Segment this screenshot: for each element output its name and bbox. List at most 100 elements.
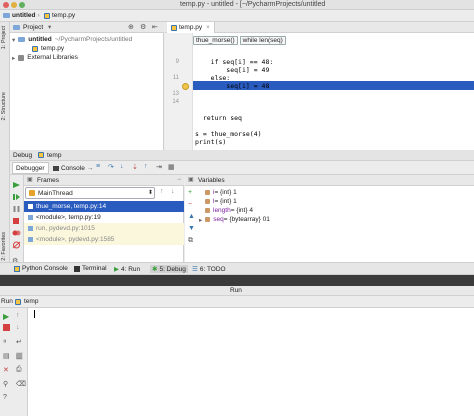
thread-selector[interactable]: MainThread ⬍ [25,187,155,199]
run-tab-prefix: Run [1,298,13,305]
clear-all-icon[interactable]: ⌫ [16,380,26,388]
restore-layout-icon[interactable]: → [176,176,182,182]
print-icon[interactable]: ⎙ [16,366,22,374]
close-tab-icon[interactable]: × [206,25,210,31]
more-icon[interactable]: → [87,165,94,172]
tool-tab-terminal[interactable]: Terminal [74,265,107,272]
run-config-label[interactable]: temp [24,298,38,305]
tool-tab-label: 6: TODO [199,265,226,273]
scroll-to-end-icon[interactable]: ▥ [16,352,23,360]
editor-tab-temp-py[interactable]: temp.py × [167,22,215,33]
nav-crumb-file[interactable]: temp.py [44,12,75,19]
zoom-window-button[interactable] [19,2,25,8]
dump-threads-icon[interactable]: ▤ [3,352,10,360]
variable-type-icon [205,217,211,222]
minimize-window-button[interactable] [11,2,17,8]
move-down-icon[interactable]: ▼ [188,225,195,232]
sync-icon[interactable]: ⊕ [128,23,134,31]
stop-icon[interactable] [3,324,10,331]
tab-debugger-label: Debugger [16,164,45,172]
resume-program-icon[interactable] [12,193,21,201]
breadcrumb-while[interactable]: while len(seq) [239,36,286,45]
rerun-icon[interactable]: ▶ [3,312,9,321]
tool-tab-debug[interactable]: ✱ 5: Debug [150,265,188,273]
variable-value: = {int} 1 [214,198,237,205]
project-view-selector[interactable]: Project [23,24,43,31]
scroll-down-icon[interactable]: ↓ [16,324,20,331]
chevron-down-icon[interactable]: ▾ [48,23,51,31]
frame-row[interactable]: thue_morse, temp.py:14 [24,201,184,212]
tree-item-temp-py[interactable]: temp.py [32,44,64,53]
tab-debugger[interactable]: Debugger [12,162,49,174]
mute-breakpoints-icon[interactable] [12,241,21,249]
bottom-tool-tabs: Python Console Terminal ▶ 4: Run ✱ 5: De… [0,262,474,275]
rerun-icon[interactable] [12,181,21,189]
frame-down-icon[interactable]: ↓ [171,188,175,195]
view-breakpoints-icon[interactable] [12,229,21,237]
force-step-into-icon[interactable]: ⇣ [132,163,138,171]
expand-arrow-icon[interactable]: ▸ [12,54,15,62]
code-editor[interactable]: temp.py × 9 11 13 14 if seq[i] == 48: seq[i… [165,22,474,150]
soft-wrap-icon[interactable]: ↵ [16,338,22,346]
frame-row[interactable]: run, pydevd.py:1015 [24,223,184,234]
tool-tab-python-console[interactable]: Python Console [14,265,68,272]
frame-row-label: thue_morse, temp.py:14 [36,203,107,210]
todo-icon: ☰ [192,266,198,273]
tool-tab-label: Terminal [82,265,107,272]
step-over-icon[interactable]: ↷ [108,163,114,171]
frames-panel-header: ▣ Frames → [24,175,184,186]
remove-watch-icon[interactable]: − [188,201,192,208]
copy-watch-icon[interactable]: ⧉ [188,237,193,245]
variables-toggle-icon[interactable]: ▣ [188,176,194,183]
expand-arrow-icon[interactable]: ▾ [12,36,15,44]
pause-icon[interactable] [12,205,21,213]
project-tool-tab[interactable]: 1: Project [1,26,7,49]
frame-row[interactable]: <module>, temp.py:19 [24,212,184,223]
variable-row[interactable]: ▸ seq = {bytearray} 01 [199,215,270,224]
frame-up-icon[interactable]: ↑ [160,188,164,195]
favorites-tool-tab[interactable]: 2: Favorites [1,232,7,261]
hide-panel-icon[interactable]: ⇤ [152,23,158,31]
frame-row[interactable]: <module>, pydevd.py:1585 [24,234,184,245]
thread-icon [29,190,35,196]
pin-icon[interactable]: ⚲ [3,380,8,388]
python-file-icon [38,152,44,158]
debug-panel-header: Debug temp [10,150,474,161]
help-icon[interactable]: ? [3,394,7,401]
run-to-cursor-icon[interactable]: ⇥ [156,163,162,171]
chevron-right-icon: › [37,12,40,19]
close-output-icon[interactable]: ✕ [3,366,9,374]
frames-toggle-icon[interactable]: ▣ [27,176,33,183]
tree-item-untitled[interactable]: ▾ untitled ~/PycharmProjects/untitled [12,35,132,44]
variable-row[interactable]: length = {int} 4 [205,206,253,215]
add-watch-icon[interactable]: + [188,189,192,196]
structure-tool-tab[interactable]: 2: Structure [1,92,7,120]
variable-row[interactable]: i = {int} 1 [205,188,237,197]
frame-row-label: run, pydevd.py:1015 [36,225,95,232]
expand-arrow-icon[interactable]: ▸ [199,216,202,224]
code-line: print(s) [195,138,227,146]
close-window-button[interactable] [3,2,9,8]
breadcrumb-function[interactable]: thue_morse() [193,36,238,45]
move-up-icon[interactable]: ▲ [188,213,195,220]
debug-config-label: temp [47,152,62,159]
tree-item-external-libraries[interactable]: ▸ External Libraries [12,53,78,62]
show-execution-point-icon[interactable]: ≡ [96,163,100,170]
step-out-icon[interactable]: ↑ [144,163,148,170]
run-console-output[interactable] [28,308,474,416]
stop-icon[interactable] [12,217,21,225]
evaluate-expression-icon[interactable]: ▦ [168,163,175,171]
variable-type-icon [205,199,210,204]
pause-output-icon[interactable]: ⏸ [3,338,7,346]
tab-console[interactable]: Console → [50,162,96,174]
settings-gear-icon[interactable]: ⚙ [140,23,146,31]
nav-crumb-project[interactable]: untitled › [3,12,40,19]
step-into-icon[interactable]: ↓ [120,163,124,170]
scroll-up-icon[interactable]: ↑ [16,312,20,319]
variable-name: length [213,207,231,214]
run-toolbar: ▶ ↑ ↓ ⏸ ↵ ▤ ▥ ✕ ⎙ ⚲ ⌫ ? [0,308,28,416]
breakpoint-icon[interactable] [182,83,189,90]
tool-tab-todo[interactable]: ☰ 6: TODO [192,265,226,274]
variable-row[interactable]: l = {int} 1 [205,197,237,206]
tool-tab-run[interactable]: ▶ 4: Run [114,265,140,274]
